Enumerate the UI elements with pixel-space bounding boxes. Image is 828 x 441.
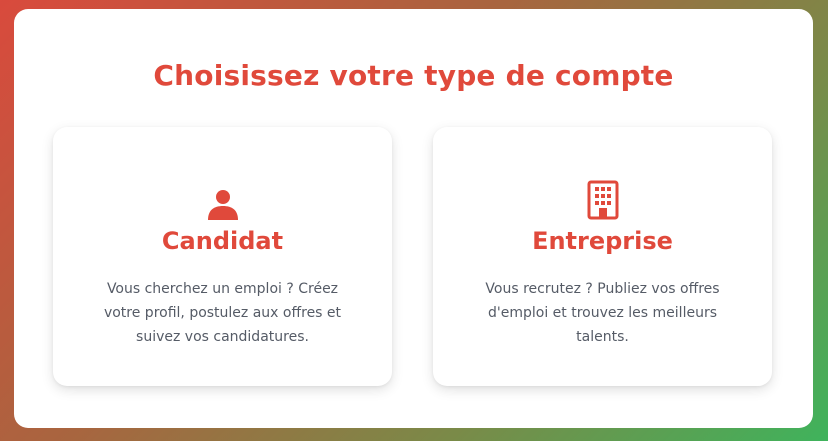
building-icon (433, 178, 772, 220)
candidat-description: Vous cherchez un emploi ? Créez votre pr… (103, 281, 342, 345)
user-icon (53, 178, 392, 220)
candidat-card[interactable]: Candidat Vous cherchez un emploi ? Créez… (53, 127, 392, 386)
account-type-panel: Choisissez votre type de compte Candidat… (14, 9, 813, 428)
entreprise-description: Vous recrutez ? Publiez vos offres d'emp… (485, 281, 720, 345)
entreprise-title: Entreprise (532, 227, 673, 255)
candidat-title: Candidat (161, 227, 284, 255)
page-title: Choisissez votre type de compte (153, 59, 674, 92)
entreprise-card[interactable]: Entreprise Vous recrutez ? Publiez vos o… (433, 127, 772, 386)
